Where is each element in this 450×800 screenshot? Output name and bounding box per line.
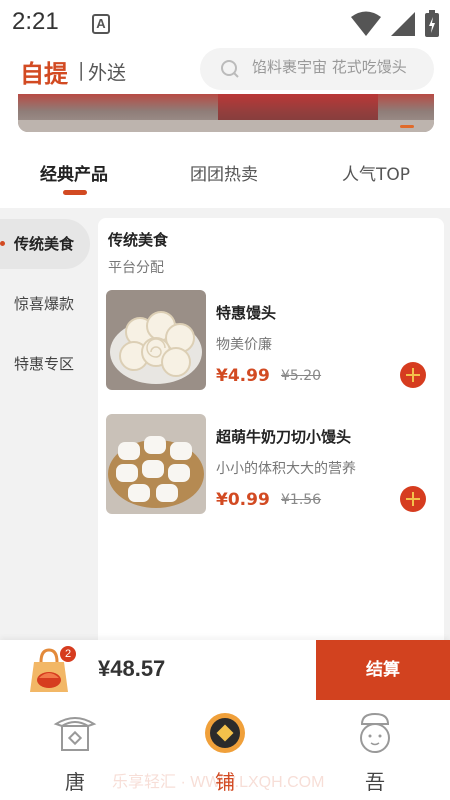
pickup-mode-tab[interactable]: 自提 — [20, 54, 68, 89]
status-icons — [350, 10, 440, 38]
tab-popular-top[interactable]: 人气TOP — [342, 160, 410, 185]
sidebar-item-traditional[interactable]: 传统美食 — [0, 219, 90, 269]
search-bar[interactable] — [200, 48, 434, 90]
product-card[interactable]: 特惠馒头 物美价廉 ¥4.99 ¥5.20 — [106, 290, 436, 392]
coin-shop-icon — [205, 713, 245, 753]
product-name: 超萌牛奶刀切小馒头 — [216, 428, 352, 446]
sidebar-item-label: 特惠专区 — [14, 355, 75, 373]
signal-icon — [391, 12, 415, 36]
wifi-icon — [351, 11, 381, 36]
product-price: ¥0.99 — [216, 490, 270, 510]
chef-avatar-icon — [360, 712, 390, 753]
product-image — [106, 414, 206, 514]
notification-icon: A — [92, 14, 110, 34]
product-description: 物美价廉 — [216, 337, 272, 353]
search-icon — [221, 60, 239, 78]
tab-indicator — [63, 190, 87, 195]
product-card[interactable]: 超萌牛奶刀切小馒头 小小的体积大大的营养 ¥0.99 ¥1.56 — [106, 414, 436, 516]
mode-separator: | — [78, 59, 85, 81]
sidebar-item-surprise[interactable]: 惊喜爆款 — [0, 279, 90, 329]
cart-bar: 2 ¥48.57 结算 — [0, 640, 450, 700]
category-subtitle: 平台分配 — [108, 260, 164, 276]
sidebar-item-discount[interactable]: 特惠专区 — [0, 339, 90, 389]
nav-label: 唐 — [65, 770, 85, 794]
tab-group-hot[interactable]: 团团热卖 — [190, 160, 258, 185]
banner-indicator — [400, 125, 414, 128]
product-image — [106, 290, 206, 390]
header: 自提 | 外送 — [0, 46, 450, 94]
nav-item-tang[interactable]: 唐 — [30, 710, 120, 795]
bottom-nav: 唐 铺 吾 乐享轻汇 · WWW.LXQH.COM — [0, 700, 450, 800]
battery-icon — [425, 10, 439, 37]
product-description: 小小的体积大大的营养 — [216, 461, 356, 477]
active-dot — [0, 241, 5, 246]
add-to-cart-button[interactable] — [400, 362, 426, 388]
checkout-button[interactable]: 结算 — [316, 640, 450, 700]
product-name: 特惠馒头 — [216, 304, 277, 322]
nav-item-me[interactable]: 吾 — [330, 710, 420, 795]
watermark: 乐享轻汇 · WWW.LXQH.COM — [112, 774, 325, 791]
delivery-mode-tab[interactable]: 外送 — [88, 58, 126, 85]
product-original-price: ¥1.56 — [281, 492, 322, 508]
add-to-cart-button[interactable] — [400, 486, 426, 512]
category-title: 传统美食 — [108, 231, 169, 249]
tab-classic-products[interactable]: 经典产品 — [40, 160, 108, 185]
cart-count-badge: 2 — [60, 646, 76, 662]
nav-label: 吾 — [365, 770, 385, 794]
category-tabs: 经典产品 团团热卖 人气TOP — [0, 150, 450, 200]
banner-floor — [18, 120, 434, 132]
sidebar-item-label: 传统美食 — [14, 235, 75, 253]
product-original-price: ¥5.20 — [281, 368, 322, 384]
product-price: ¥4.99 — [216, 366, 270, 386]
status-bar: 2:21 A — [0, 0, 450, 46]
cart-total: ¥48.57 — [98, 656, 166, 681]
pagoda-icon — [53, 717, 97, 751]
search-input[interactable] — [252, 58, 422, 76]
product-panel: 传统美食 平台分配 特惠馒头 物美价廉 ¥4.99 ¥5.20 超萌牛奶刀切小馒… — [98, 218, 444, 640]
promo-banner[interactable] — [18, 94, 434, 132]
status-time: 2:21 — [12, 8, 59, 35]
sidebar-item-label: 惊喜爆款 — [14, 295, 75, 313]
